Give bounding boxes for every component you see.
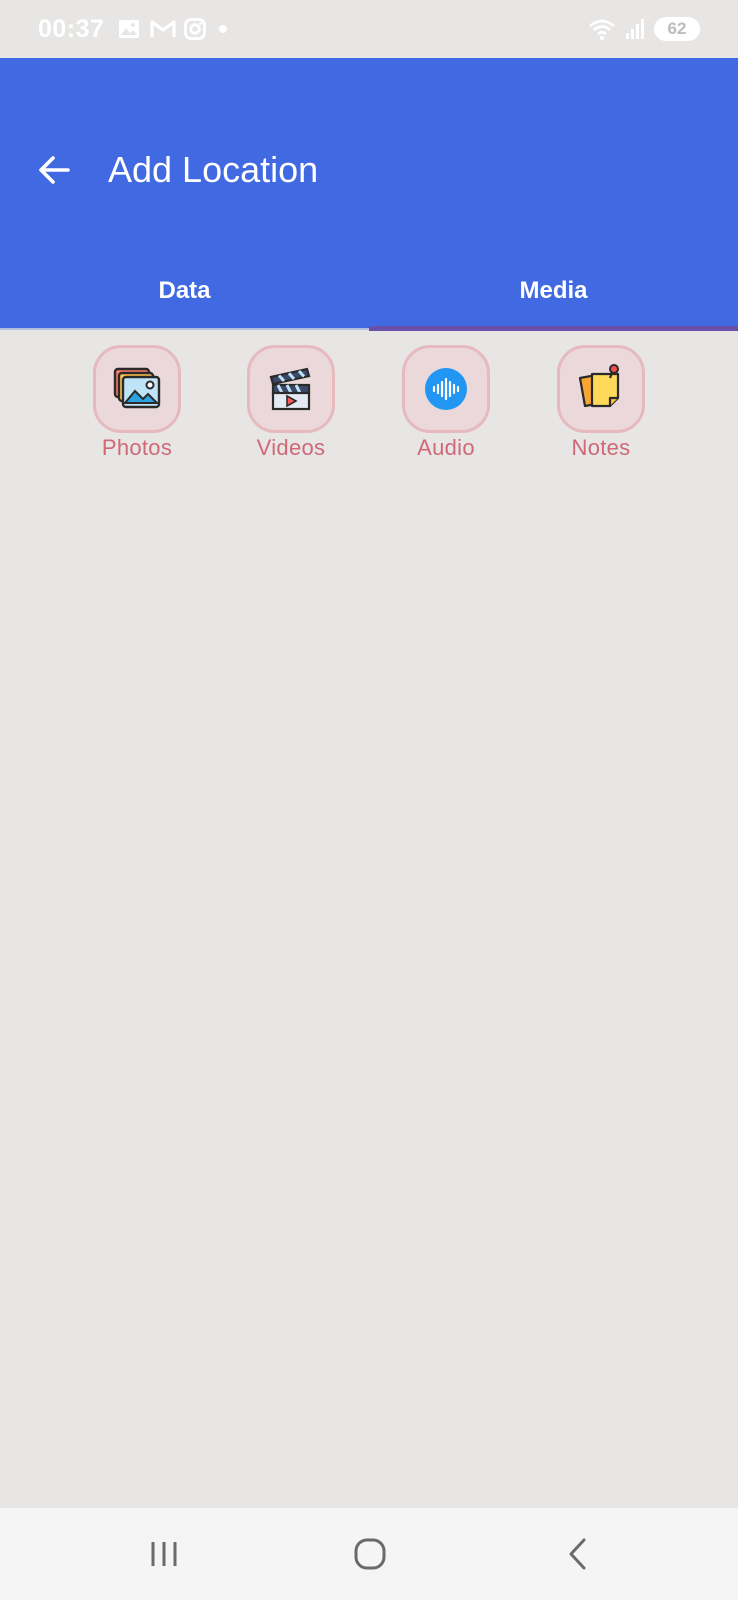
battery-indicator: 62 [654, 17, 700, 41]
media-label-notes: Notes [571, 435, 631, 460]
media-item-videos[interactable]: Videos [226, 345, 356, 461]
system-nav-bar [0, 1508, 738, 1600]
status-right: 62 [588, 17, 700, 41]
tab-media[interactable]: Media [369, 254, 738, 328]
back-button[interactable] [34, 150, 74, 190]
home-button[interactable] [340, 1526, 400, 1582]
recent-apps-button[interactable] [134, 1526, 194, 1582]
app-bar: Add Location Data Media [0, 58, 738, 328]
media-item-notes[interactable]: Notes [536, 345, 666, 461]
media-label-audio: Audio [417, 435, 475, 460]
tab-divider [0, 328, 369, 330]
videos-tile[interactable] [247, 345, 335, 433]
status-bar: 00:37 62 [0, 0, 738, 58]
media-label-videos: Videos [256, 435, 326, 460]
recent-apps-icon [151, 1542, 177, 1566]
tab-indicator [369, 326, 738, 331]
photos-icon [113, 367, 161, 409]
tab-data[interactable]: Data [0, 254, 369, 328]
gallery-icon [117, 17, 141, 41]
media-item-audio[interactable]: Audio [381, 345, 511, 461]
back-nav-button[interactable] [548, 1526, 608, 1582]
arrow-back-icon [39, 156, 70, 184]
wifi-icon [588, 17, 616, 41]
back-icon [569, 1538, 586, 1570]
dot-icon [216, 17, 230, 41]
sticky-notes-icon [578, 364, 620, 408]
media-label-photos: Photos [101, 435, 173, 460]
instagram-icon [183, 17, 207, 41]
gmail-icon [150, 17, 177, 41]
page-title: Add Location [108, 149, 319, 190]
photos-tile[interactable] [93, 345, 181, 433]
media-options: Photos Videos Audio Notes [0, 345, 738, 475]
status-left: 00:37 [38, 15, 230, 44]
clapperboard-icon [269, 367, 311, 411]
audio-tile[interactable] [402, 345, 490, 433]
home-icon [354, 1538, 386, 1570]
signal-icon [624, 17, 646, 41]
media-item-photos[interactable]: Photos [72, 345, 202, 461]
audio-wave-icon [425, 368, 467, 410]
status-time: 00:37 [38, 14, 105, 43]
notes-tile[interactable] [557, 345, 645, 433]
